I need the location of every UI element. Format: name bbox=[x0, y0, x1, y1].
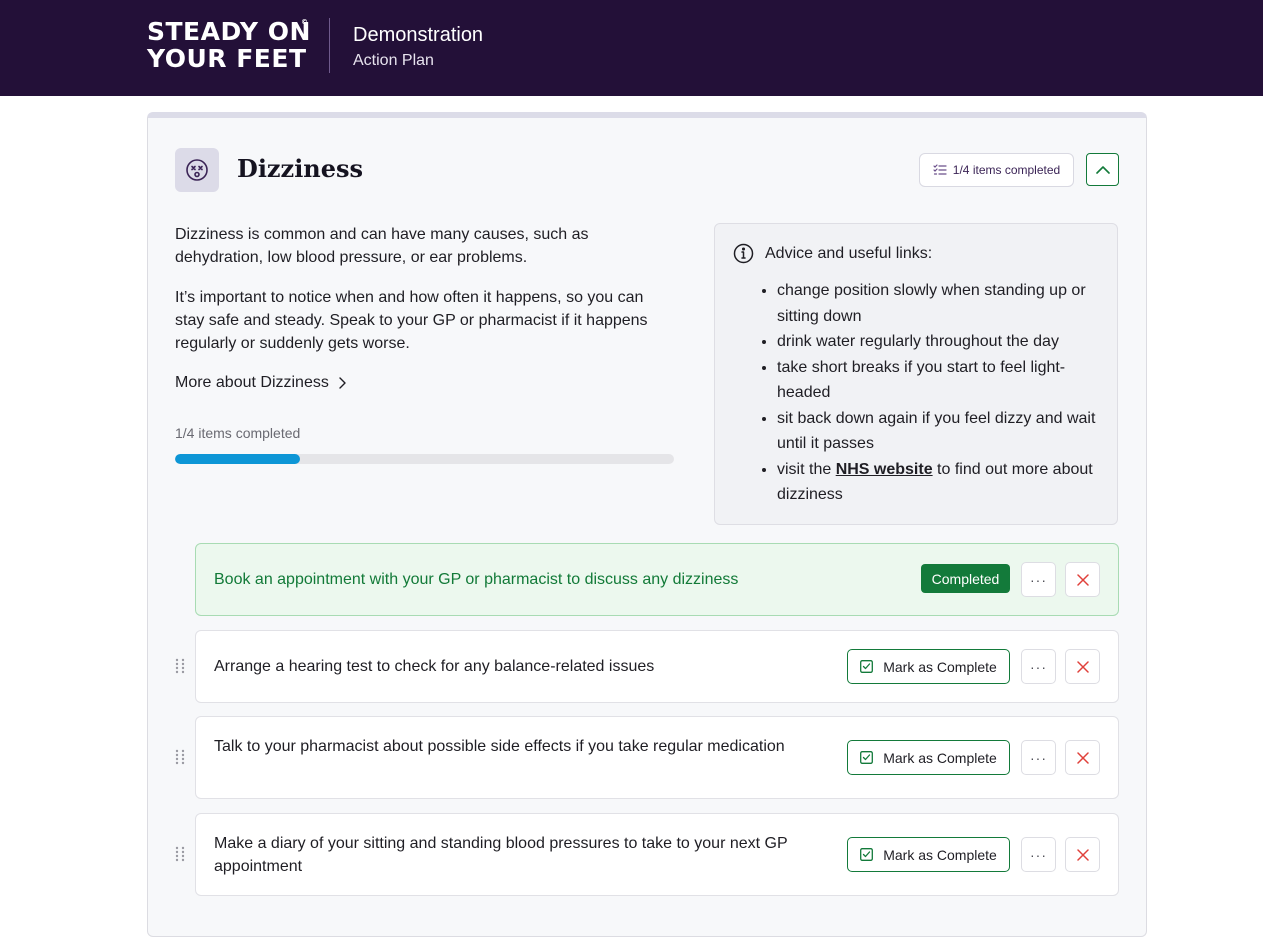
drag-handle-icon[interactable] bbox=[175, 749, 185, 765]
completed-badge[interactable]: Completed bbox=[921, 564, 1010, 593]
delete-button[interactable] bbox=[1065, 837, 1100, 872]
collapse-button[interactable] bbox=[1086, 153, 1119, 186]
advice-item: visit the NHS website to find out more a… bbox=[777, 457, 1097, 508]
checkbox-check-icon bbox=[860, 660, 874, 673]
mark-as-complete-label: Mark as Complete bbox=[883, 658, 997, 675]
task-text: Book an appointment with your GP or phar… bbox=[214, 571, 739, 588]
more-about-link[interactable]: More about Dizziness bbox=[175, 372, 346, 394]
mark-as-complete-button[interactable]: Mark as Complete bbox=[847, 649, 1010, 684]
chevron-up-icon bbox=[1095, 166, 1110, 174]
close-icon bbox=[1076, 573, 1089, 586]
logo-line-1: STEADY ON bbox=[147, 17, 311, 46]
logo-line-2: YOUR FEET bbox=[147, 44, 307, 73]
mark-as-complete-button[interactable]: Mark as Complete bbox=[847, 740, 1010, 775]
items-completed-badge: 1/4 items completed bbox=[919, 153, 1074, 187]
mark-as-complete-label: Mark as Complete bbox=[883, 846, 997, 863]
checkbox-check-icon bbox=[860, 751, 874, 764]
checkbox-check-icon bbox=[860, 848, 874, 861]
topic-title: Dizziness bbox=[237, 154, 364, 183]
more-options-button[interactable]: ··· bbox=[1021, 649, 1056, 684]
task-text: Arrange a hearing test to check for any … bbox=[214, 658, 655, 675]
checklist-icon bbox=[933, 164, 947, 175]
nhs-website-link[interactable]: NHS website bbox=[836, 461, 933, 478]
header-subtitle: Action Plan bbox=[353, 52, 434, 69]
mark-as-complete-button[interactable]: Mark as Complete bbox=[847, 837, 1010, 872]
advice-item: sit back down again if you feel dizzy an… bbox=[777, 406, 1097, 457]
task-text: Make a diary of your sitting and standin… bbox=[214, 835, 788, 875]
app-header: STEADY ON YOUR FEET © Demonstration Acti… bbox=[0, 0, 1263, 96]
mark-as-complete-label: Mark as Complete bbox=[883, 749, 997, 766]
task-text: Talk to your pharmacist about possible s… bbox=[214, 738, 785, 755]
header-divider bbox=[329, 18, 330, 73]
drag-handle-icon[interactable] bbox=[175, 846, 185, 862]
advice-item: take short breaks if you start to feel l… bbox=[777, 355, 1097, 406]
task-row: Talk to your pharmacist about possible s… bbox=[195, 716, 1119, 799]
drag-handle-icon[interactable] bbox=[175, 658, 185, 674]
more-options-button[interactable]: ··· bbox=[1021, 740, 1056, 775]
delete-button[interactable] bbox=[1065, 740, 1100, 775]
topic-description-2: It’s important to notice when and how of… bbox=[175, 289, 648, 352]
logo-registered-mark: © bbox=[301, 18, 309, 26]
task-row: Arrange a hearing test to check for any … bbox=[195, 630, 1119, 703]
dizzy-face-icon bbox=[175, 148, 219, 192]
progress-bar-fill bbox=[175, 454, 300, 464]
advice-list: change position slowly when standing up … bbox=[777, 278, 1097, 508]
progress-label: 1/4 items completed bbox=[175, 425, 301, 441]
topic-description-1: Dizziness is common and can have many ca… bbox=[175, 226, 589, 266]
close-icon bbox=[1076, 660, 1089, 673]
more-options-button[interactable]: ··· bbox=[1021, 562, 1056, 597]
header-title: Demonstration bbox=[353, 24, 484, 46]
delete-button[interactable] bbox=[1065, 562, 1100, 597]
advice-item: change position slowly when standing up … bbox=[777, 278, 1097, 329]
advice-item: drink water regularly throughout the day bbox=[777, 329, 1097, 355]
items-completed-text: 1/4 items completed bbox=[952, 163, 1061, 177]
more-about-link-label: More about Dizziness bbox=[175, 374, 329, 391]
steady-on-your-feet-logo[interactable]: STEADY ON YOUR FEET © bbox=[147, 18, 312, 76]
task-row: Make a diary of your sitting and standin… bbox=[195, 813, 1119, 896]
advice-heading: Advice and useful links: bbox=[765, 245, 933, 262]
close-icon bbox=[1076, 848, 1089, 861]
delete-button[interactable] bbox=[1065, 649, 1100, 684]
task-row: Book an appointment with your GP or phar… bbox=[195, 543, 1119, 616]
progress-bar bbox=[175, 454, 674, 464]
more-options-button[interactable]: ··· bbox=[1021, 837, 1056, 872]
close-icon bbox=[1076, 751, 1089, 764]
advice-item-prefix: visit the bbox=[777, 460, 836, 478]
info-icon bbox=[733, 243, 754, 264]
chevron-right-icon bbox=[339, 377, 346, 389]
advice-panel: Advice and useful links: change position… bbox=[714, 223, 1118, 525]
